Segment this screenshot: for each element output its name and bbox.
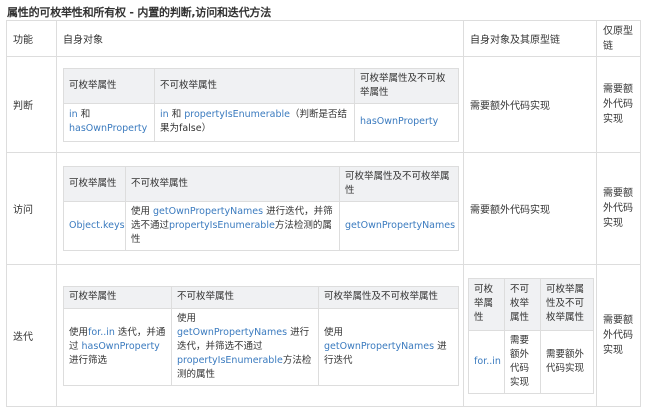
inner-header-both: 可枚举属性及不可枚举属性 xyxy=(540,277,594,331)
inner-header-nonenumerable: 不可枚举属性 xyxy=(125,166,340,202)
proto-only-cell-judge: 需要额外代码实现 xyxy=(596,56,641,153)
inner-header-nonenumerable: 不可枚举属性 xyxy=(171,285,319,309)
inner-cell-both: 需要额外代码实现 xyxy=(540,329,594,394)
inner-header-both: 可枚举属性及不可枚举属性 xyxy=(339,166,459,202)
inner-cell-nonenumerable: 使用 getOwnPropertyNames 进行迭代，并筛选不通过proper… xyxy=(125,201,340,251)
inner-cell-enumerable: 使用for..in 迭代，并通过 hasOwnProperty进行筛选 xyxy=(63,307,172,386)
row-label-iterate: 迭代 xyxy=(6,264,57,407)
hasownproperty-link[interactable]: hasOwnProperty xyxy=(360,116,438,127)
inner-header-enumerable: 可枚举属性 xyxy=(63,285,172,309)
inner-header-nonenumerable: 不可枚举属性 xyxy=(154,67,355,104)
header-row: 功能 自身对象 自身对象及其原型链 仅原型链 xyxy=(6,20,641,57)
inner-cell-nonenumerable: in 和 propertyIsEnumerable（判断是否结果为false） xyxy=(154,102,355,142)
table-row-judge: 判断 可枚举属性 不可枚举属性 可枚举属性及不可枚举属性 in 和 hasOwn… xyxy=(6,56,641,153)
in-operator-link[interactable]: in xyxy=(160,109,169,120)
inner-cell-enumerable: in 和 hasOwnProperty xyxy=(63,102,155,142)
inner-header-enumerable: 可枚举属性 xyxy=(468,277,505,331)
inner-header-enumerable: 可枚举属性 xyxy=(63,166,126,202)
propertyisenumerable-link[interactable]: propertyIsEnumerable xyxy=(184,109,290,120)
inner-cell-both: 使用 getOwnPropertyNames 进行迭代 xyxy=(318,307,459,386)
text-use: 使用 xyxy=(324,326,344,338)
inner-header-enumerable: 可枚举属性 xyxy=(63,67,155,104)
inner-header-both: 可枚举属性及不可枚举属性 xyxy=(318,285,459,309)
inner-table-judge: 可枚举属性 不可枚举属性 可枚举属性及不可枚举属性 in 和 hasOwnPro… xyxy=(63,67,459,142)
proto-only-cell-iterate: 需要额外代码实现 xyxy=(596,264,641,407)
text-use: 使用 xyxy=(131,206,154,217)
proto-only-cell-access: 需要额外代码实现 xyxy=(596,152,641,265)
getownpropertynames-link[interactable]: getOwnPropertyNames xyxy=(177,327,287,338)
inner-table-iterate-proto: 可枚举属性 不可枚举属性 可枚举属性及不可枚举属性 for..in 需要额外代码… xyxy=(468,277,594,394)
header-own-proto: 自身对象及其原型链 xyxy=(463,20,597,57)
in-operator-link[interactable]: in xyxy=(69,109,78,120)
header-proto-only: 仅原型链 xyxy=(596,20,641,57)
for-in-link[interactable]: for..in xyxy=(474,356,501,367)
header-own: 自身对象 xyxy=(56,20,464,57)
propertyisenumerable-link[interactable]: propertyIsEnumerable xyxy=(177,355,283,366)
inner-header-nonenumerable: 不可枚举属性 xyxy=(504,277,541,331)
getownpropertynames-link[interactable]: getOwnPropertyNames xyxy=(324,341,434,352)
inner-cell-enumerable: Object.keys xyxy=(63,201,126,251)
inner-cell-nonenumerable: 使用 getOwnPropertyNames 进行迭代，并筛选不通过proper… xyxy=(171,307,319,386)
text-and: 和 xyxy=(168,109,185,120)
table-row-iterate: 迭代 可枚举属性 不可枚举属性 可枚举属性及不可枚举属性 使用for..in 迭… xyxy=(6,264,641,407)
inner-header-both: 可枚举属性及不可枚举属性 xyxy=(354,67,459,104)
inner-cell-nonenumerable: 需要额外代码实现 xyxy=(504,329,541,394)
row-label-access: 访问 xyxy=(6,152,57,265)
text-use: 使用 xyxy=(69,326,89,338)
header-feature: 功能 xyxy=(6,20,57,57)
inner-table-access: 可枚举属性 不可枚举属性 可枚举属性及不可枚举属性 Object.keys 使用… xyxy=(63,166,459,251)
getownpropertynames-link[interactable]: getOwnPropertyNames xyxy=(345,220,455,231)
inner-cell-enumerable: for..in xyxy=(468,329,505,394)
table-row-access: 访问 可枚举属性 不可枚举属性 可枚举属性及不可枚举属性 Object.keys… xyxy=(6,152,641,265)
own-cell-iterate: 可枚举属性 不可枚举属性 可枚举属性及不可枚举属性 使用for..in 迭代，并… xyxy=(56,264,464,407)
inner-cell-both: hasOwnProperty xyxy=(354,102,459,142)
text-filter: 进行筛选 xyxy=(69,354,108,366)
own-proto-cell-iterate: 可枚举属性 不可枚举属性 可枚举属性及不可枚举属性 for..in 需要额外代码… xyxy=(463,264,597,407)
text-use: 使用 xyxy=(177,312,197,324)
own-proto-cell-access: 需要额外代码实现 xyxy=(463,152,597,265)
for-in-link[interactable]: for..in xyxy=(88,327,115,338)
getownpropertynames-link[interactable]: getOwnPropertyNames xyxy=(153,206,263,217)
hasownproperty-link[interactable]: hasOwnProperty xyxy=(82,341,160,352)
row-label-judge: 判断 xyxy=(6,56,57,153)
own-cell-judge: 可枚举属性 不可枚举属性 可枚举属性及不可枚举属性 in 和 hasOwnPro… xyxy=(56,56,464,153)
text-and: 和 xyxy=(77,109,91,120)
hasownproperty-link[interactable]: hasOwnProperty xyxy=(69,123,147,134)
propertyisenumerable-link[interactable]: propertyIsEnumerable xyxy=(169,220,275,231)
object-keys-link[interactable]: Object.keys xyxy=(69,220,125,231)
page-title: 属性的可枚举性和所有权 - 内置的判断,访问和迭代方法 xyxy=(7,6,272,19)
inner-table-iterate: 可枚举属性 不可枚举属性 可枚举属性及不可枚举属性 使用for..in 迭代，并… xyxy=(63,285,459,386)
comparison-table: 功能 自身对象 自身对象及其原型链 仅原型链 判断 可枚举属性 不可枚举属性 可… xyxy=(6,20,641,407)
own-cell-access: 可枚举属性 不可枚举属性 可枚举属性及不可枚举属性 Object.keys 使用… xyxy=(56,152,464,265)
inner-cell-both: getOwnPropertyNames xyxy=(339,201,459,251)
own-proto-cell-judge: 需要额外代码实现 xyxy=(463,56,597,153)
